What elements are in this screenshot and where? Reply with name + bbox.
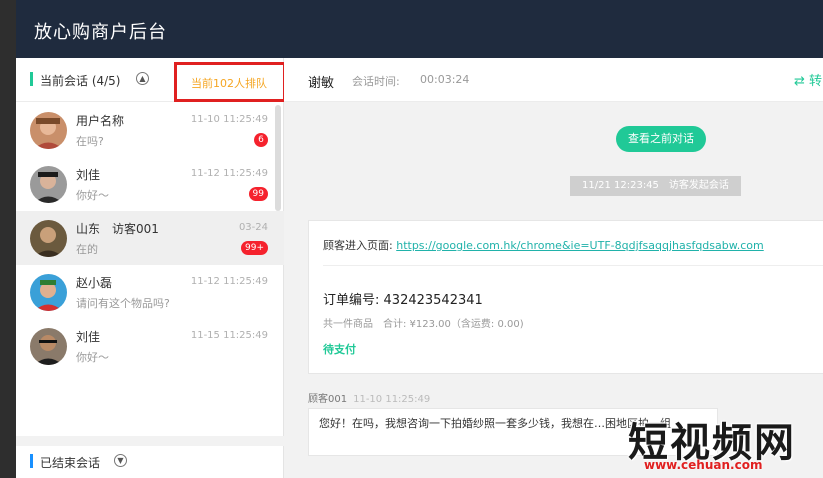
entry-page-link[interactable]: https://google.com.hk/chrome&ie=UTF-8qdj… [396, 239, 764, 252]
app-header: 放心购商户后台 [16, 0, 823, 58]
conversation-item-active[interactable]: 山东 访客001 在的 03-24 99+ [16, 211, 284, 265]
message-time: 03-24 [238, 222, 268, 233]
app-title: 放心购商户后台 [34, 22, 167, 43]
chevron-up-icon[interactable]: ▲ [136, 72, 149, 85]
avatar [30, 166, 67, 203]
avatar [30, 328, 67, 365]
screen-frame: 放心购商户后台 当前会话 (4/5) ▲ 当前102人排队 用户名称 在吗? 1 [0, 0, 823, 478]
transfer-label: 转 [809, 74, 823, 89]
message-time: 11-15 11:25:49 [190, 330, 268, 341]
window-edge [0, 0, 16, 478]
message-preview: 在的 [76, 243, 98, 256]
message-time: 11-12 11:25:49 [190, 276, 268, 287]
unread-badge: 99 [248, 187, 268, 201]
chat-header: 谢敏 会话时间: 00:03:24 ⇄ 转 [284, 58, 823, 102]
message-time: 11-10 11:25:49 [353, 394, 431, 405]
order-number-label: 订单编号: [323, 293, 380, 308]
shuffle-icon: ⇄ [794, 74, 805, 89]
transfer-button[interactable]: ⇄ 转 [794, 70, 822, 89]
watermark: 短视频网 www.cehuan.com [620, 408, 823, 478]
contact-name: 赵小磊 [76, 276, 113, 290]
ended-sessions-title[interactable]: 已结束会话 [40, 454, 100, 471]
unread-badge: 6 [254, 133, 268, 147]
message-time: 11-12 11:25:49 [190, 168, 268, 179]
list-scrollbar[interactable] [275, 105, 281, 211]
merchant-app: 放心购商户后台 当前会话 (4/5) ▲ 当前102人排队 用户名称 在吗? 1 [16, 0, 823, 478]
conversation-item[interactable]: 用户名称 在吗? 11-10 11:25:49 6 [16, 103, 284, 157]
section-separator [16, 436, 284, 446]
conversation-item[interactable]: 刘佳 你好～ 11-12 11:25:49 99 [16, 157, 284, 211]
current-sessions-title: 当前会话 (4/5) [40, 74, 121, 88]
conversation-item[interactable]: 刘佳 你好～ 11-15 11:25:49 [16, 319, 284, 373]
order-status: 待支付 [323, 343, 356, 356]
queue-count[interactable]: 当前102人排队 [191, 75, 267, 91]
contact-name: 刘佳 [76, 168, 101, 182]
visitor-name: 谢敏 [308, 76, 335, 91]
message-preview: 请问有这个物品吗? [76, 297, 170, 310]
watermark-url: www.cehuan.com [644, 458, 763, 472]
conversation-sidebar: 当前会话 (4/5) ▲ 当前102人排队 用户名称 在吗? 11-10 11:… [16, 58, 286, 478]
current-sessions-header: 当前会话 (4/5) ▲ 当前102人排队 [16, 58, 286, 102]
chevron-down-icon[interactable]: ▼ [114, 454, 127, 467]
entry-page-label: 顾客进入页面: [323, 239, 393, 252]
message-preview: 在吗? [76, 135, 104, 148]
order-number-row: 订单编号: 432423542341 [323, 289, 483, 308]
avatar [30, 112, 67, 149]
contact-name: 刘佳 [76, 330, 101, 344]
message-sender: 顾客001 [308, 394, 348, 405]
message-time: 11-10 11:25:49 [190, 114, 268, 125]
order-card: 顾客进入页面: https://google.com.hk/chrome&ie=… [308, 220, 823, 374]
session-time-label: 会话时间: [352, 75, 400, 88]
contact-name: 山东 访客001 [76, 222, 159, 236]
conversation-list: 用户名称 在吗? 11-10 11:25:49 6 刘佳 你好～ 11-12 1… [16, 103, 284, 373]
conversation-item[interactable]: 赵小磊 请问有这个物品吗? 11-12 11:25:49 [16, 265, 284, 319]
message-preview: 你好～ [76, 351, 109, 364]
avatar [30, 220, 67, 257]
unread-badge: 99+ [241, 241, 268, 255]
contact-name: 用户名称 [76, 114, 125, 128]
section-accent-bar [30, 454, 33, 468]
session-time-value: 00:03:24 [420, 73, 470, 86]
system-time-notice: 11/21 12:23:45 访客发起会话 [570, 176, 741, 196]
section-accent-bar [30, 72, 33, 86]
order-number-value: 432423542341 [383, 293, 483, 308]
avatar [30, 274, 67, 311]
queue-highlight-box: 当前102人排队 [174, 62, 286, 102]
view-previous-button[interactable]: 查看之前对话 [616, 126, 706, 152]
message-meta: 顾客001 11-10 11:25:49 [308, 390, 430, 405]
entry-page-row: 顾客进入页面: https://google.com.hk/chrome&ie=… [323, 237, 764, 253]
card-divider [323, 265, 823, 266]
order-summary: 共一件商品 合计: ¥123.00（含运费: 0.00) [323, 319, 524, 330]
message-preview: 你好～ [76, 189, 109, 202]
